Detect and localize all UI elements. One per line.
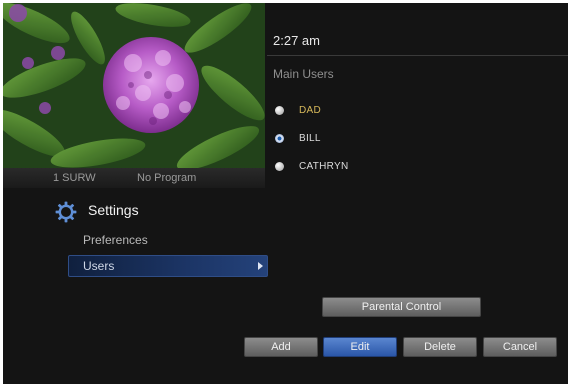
user-name: DAD [299,104,322,116]
add-button[interactable]: Add [244,337,318,357]
gear-icon [55,201,77,223]
edit-button[interactable]: Edit [323,337,397,357]
radio-button[interactable] [275,105,284,115]
channel-number: 1 SURW [53,172,96,184]
menu-item-label: Users [83,259,115,273]
user-option-cathryn[interactable]: CATHRYN [275,157,349,175]
delete-button[interactable]: Delete [403,337,477,357]
menu-item-preferences[interactable]: Preferences [83,233,148,247]
clock: 2:27 am [273,33,320,48]
parental-control-button[interactable]: Parental Control [322,297,481,317]
user-name: CATHRYN [299,160,349,172]
video-preview [3,3,265,168]
channel-info-bar: 1 SURW No Program [3,168,265,188]
program-title: No Program [137,172,197,184]
radio-button[interactable] [275,161,284,171]
user-name: BILL [299,132,321,144]
users-section-title: Main Users [273,67,334,81]
user-option-bill[interactable]: BILL [275,129,321,147]
header-divider [267,55,568,56]
flower-image [3,3,265,168]
cancel-button[interactable]: Cancel [483,337,557,357]
radio-button-selected[interactable] [275,133,284,143]
menu-item-users[interactable]: Users [68,255,268,277]
chevron-right-icon [258,262,263,270]
user-option-dad[interactable]: DAD [275,101,321,119]
tv-guide-screen: 1 SURW No Program 2:27 am Main Users DAD… [3,3,568,384]
settings-title: Settings [88,202,139,218]
